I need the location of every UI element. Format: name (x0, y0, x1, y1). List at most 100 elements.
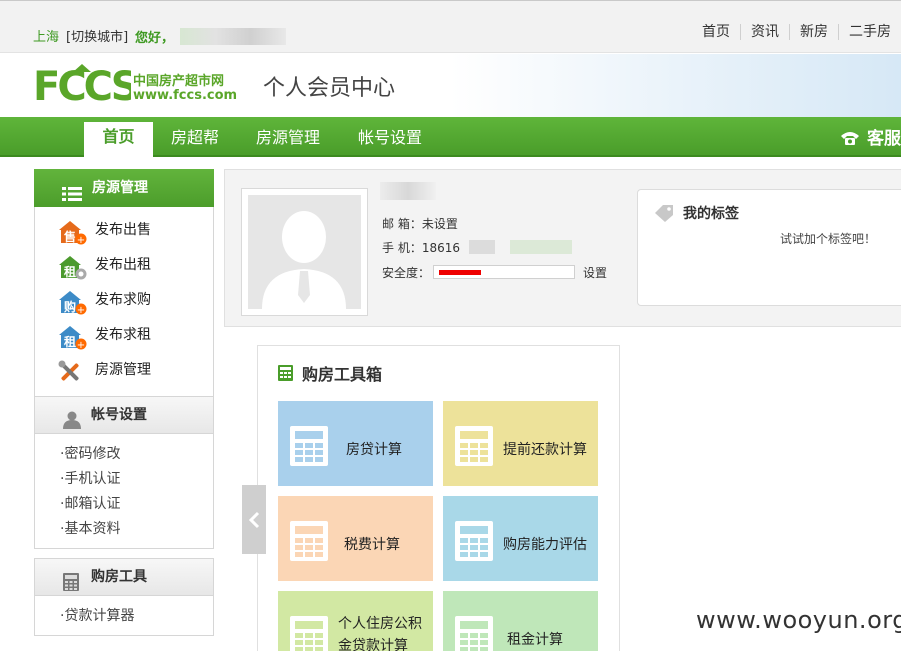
tool-rent-calc[interactable]: 租金计算 (443, 591, 598, 651)
svg-text:租: 租 (64, 265, 76, 279)
calculator-icon (290, 426, 328, 470)
sidebar-item-publish-sell[interactable]: 售 + 发布出售 (35, 213, 213, 248)
top-link-home[interactable]: 首页 (692, 24, 740, 40)
sidebar-head-tools-label: 购房工具 (91, 569, 147, 585)
greeting: 您好， (135, 31, 175, 46)
tool-label: 购房能力评估 (503, 537, 587, 553)
top-bar: 上海 [切换城市] 您好， 首页 资讯 新房 二手房 (0, 0, 901, 53)
sidebar-item-label: 发布出售 (95, 222, 151, 238)
tool-prepay-calc[interactable]: 提前还款计算 (443, 401, 598, 486)
tool-label: 个人住房公积金贷款计算 (338, 616, 422, 651)
sidebar-item-house-management[interactable]: 房源管理 (35, 353, 213, 388)
sidebar-item-publish-want-buy[interactable]: 购 + 发布求购 (35, 283, 213, 318)
calculator-icon (455, 616, 493, 651)
svg-text:+: + (77, 305, 85, 315)
site-logo[interactable]: FCCS 中国房产超市网 www.fccs.com (33, 62, 243, 110)
avatar[interactable] (241, 188, 368, 316)
sidebar-item-publish-rent[interactable]: 租 发布出租 (35, 248, 213, 283)
page-title: 个人会员中心 (263, 76, 396, 101)
sidebar-head-account-label: 帐号设置 (91, 407, 147, 423)
security-bar-fill (439, 270, 481, 275)
tool-label: 提前还款计算 (503, 442, 587, 458)
calculator-icon (290, 521, 328, 565)
sidebar-item-phone-verify[interactable]: ·手机认证 (60, 467, 213, 492)
sidebar-item-basic-info[interactable]: ·基本资料 (60, 517, 213, 542)
calculator-icon (278, 365, 293, 385)
security-settings-link[interactable]: 设置 (583, 264, 607, 281)
svg-text:+: + (77, 340, 85, 350)
tool-label: 房贷计算 (346, 442, 402, 458)
nav-house-management[interactable]: 房源管理 (246, 123, 330, 159)
tools-icon (57, 359, 83, 383)
tool-mortgage-calc[interactable]: 房贷计算 (278, 401, 433, 486)
svg-text:+: + (77, 235, 85, 245)
phone-label: 手 机： (382, 241, 422, 255)
top-link-news[interactable]: 资讯 (740, 24, 789, 40)
calculator-icon (63, 569, 79, 605)
sidebar-head-house[interactable]: 房源管理 (34, 169, 214, 207)
nav-account-settings[interactable]: 帐号设置 (348, 123, 432, 159)
security-label: 安全度： (382, 266, 431, 280)
top-links: 首页 资讯 新房 二手房 (692, 24, 901, 40)
sell-icon: 售 + (57, 219, 87, 246)
tools-menu: ·贷款计算器 (34, 596, 214, 636)
sidebar-item-label: 发布出租 (95, 257, 151, 273)
avatar-placeholder (248, 195, 361, 309)
username-redacted (180, 28, 286, 45)
add-tag-link[interactable]: 试试加个标签吧！ (780, 230, 876, 247)
calculator-icon (455, 426, 493, 470)
tag-icon (654, 204, 674, 226)
carousel-prev-button[interactable] (242, 485, 266, 554)
profile-panel: 邮 箱：未设置 手 机：18616 安全度： 设置 我的标签 试试加个标签吧！ (224, 169, 901, 327)
tool-label: 税费计算 (344, 537, 400, 553)
tool-provident-fund-calc[interactable]: 个人住房公积金贷款计算 (278, 591, 433, 651)
email-label: 邮 箱： (382, 217, 422, 231)
my-tags-panel: 我的标签 试试加个标签吧！ (637, 189, 901, 306)
tool-tax-calc[interactable]: 税费计算 (278, 496, 433, 581)
email-row: 邮 箱：未设置 (382, 215, 458, 232)
phone-row: 手 机：18616 (382, 239, 460, 256)
calculator-icon (290, 616, 328, 651)
sidebar: 房源管理 售 + 发布出售 租 发布出租 购 + 发布求购 租 + 发布求租 房… (34, 169, 214, 636)
sidebar-item-change-password[interactable]: ·密码修改 (60, 442, 213, 467)
account-menu: ·密码修改 ·手机认证 ·邮箱认证 ·基本资料 (34, 434, 214, 549)
rent-icon: 租 (57, 254, 87, 280)
svg-text:售: 售 (64, 229, 76, 244)
sidebar-item-label: 发布求租 (95, 327, 151, 343)
phone-icon (841, 132, 860, 145)
sidebar-item-label: 发布求购 (95, 292, 151, 308)
email-value: 未设置 (421, 217, 458, 231)
sidebar-item-label: 房源管理 (95, 362, 151, 378)
security-bar (433, 265, 575, 279)
nav-fangchaobang[interactable]: 房超帮 (160, 123, 230, 159)
service-label: 客服 (867, 129, 901, 149)
username-redacted (380, 182, 436, 200)
sidebar-item-publish-want-rent[interactable]: 租 + 发布求租 (35, 318, 213, 353)
sidebar-head-account[interactable]: 帐号设置 (34, 396, 214, 434)
top-link-second-hand[interactable]: 二手房 (838, 24, 901, 40)
phone-value: 18616 (421, 241, 461, 255)
nav-home[interactable]: 首页 (84, 122, 153, 159)
customer-service[interactable]: 客服 (839, 124, 901, 149)
phone-redacted (510, 240, 572, 254)
calculator-icon (455, 521, 493, 565)
sidebar-head-tools[interactable]: 购房工具 (34, 558, 214, 596)
svg-text:购: 购 (64, 299, 76, 314)
chevron-left-icon (248, 511, 260, 529)
current-city: 上海 (33, 30, 60, 45)
logo-chinese-name: 中国房产超市网 (133, 74, 225, 89)
sidebar-head-house-label: 房源管理 (92, 180, 148, 196)
svg-text:租: 租 (64, 335, 76, 349)
watermark: www.wooyun.org (696, 606, 901, 634)
my-tags-title: 我的标签 (683, 206, 739, 222)
switch-city-link[interactable]: [切换城市] (66, 26, 128, 45)
tool-label: 租金计算 (507, 632, 563, 648)
default-user-icon (262, 211, 346, 309)
toolbox-title: 购房工具箱 (302, 365, 383, 384)
sidebar-item-email-verify[interactable]: ·邮箱认证 (60, 492, 213, 517)
want-buy-icon: 购 + (57, 289, 87, 316)
list-icon (62, 179, 82, 217)
sidebar-item-loan-calculator[interactable]: ·贷款计算器 (60, 604, 213, 629)
top-link-new-house[interactable]: 新房 (789, 24, 838, 40)
tool-affordability-eval[interactable]: 购房能力评估 (443, 496, 598, 581)
